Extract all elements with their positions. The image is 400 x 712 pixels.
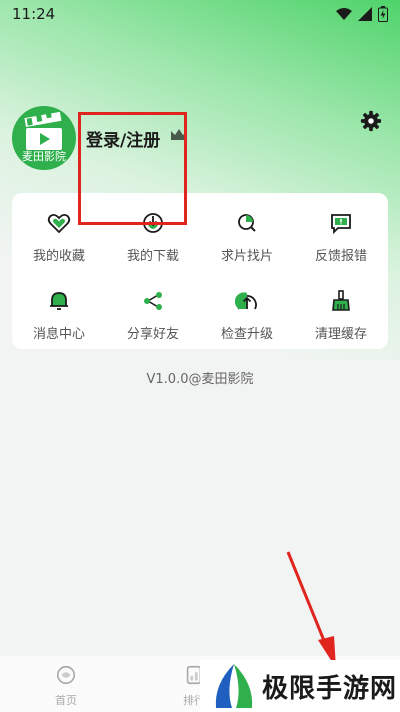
- bell-icon: [50, 292, 68, 310]
- avatar[interactable]: 麦田影院: [12, 106, 76, 170]
- status-time: 11:24: [12, 5, 56, 23]
- menu-item-clear-cache[interactable]: 清理缓存: [294, 289, 388, 349]
- signal-icon: [358, 7, 372, 21]
- wifi-icon: [336, 7, 352, 20]
- version-text: V1.0.0@麦田影院: [146, 372, 254, 387]
- menu-item-request-film[interactable]: 求片找片: [200, 211, 294, 271]
- search-film-icon: [238, 214, 256, 232]
- menu-item-label: 检查升级: [220, 327, 273, 342]
- watermark-logo-icon: [215, 664, 253, 708]
- menu-item-label: 消息中心: [32, 327, 85, 342]
- share-icon: [144, 292, 162, 310]
- status-icons: [336, 6, 388, 22]
- menu-item-check-upgrade[interactable]: 检查升级: [200, 289, 294, 349]
- menu-item-messages[interactable]: 消息中心: [12, 289, 106, 349]
- menu-card: 我的收藏 我的下载 求片找片 反馈报错 消息中心 分享好友 检查升级 清理缓存: [12, 193, 388, 349]
- menu-item-label: 我的下载: [126, 249, 179, 264]
- heart-icon: [47, 213, 71, 234]
- home-icon: [56, 665, 76, 685]
- gear-icon[interactable]: [360, 110, 382, 132]
- battery-charging-icon: [378, 6, 388, 22]
- broom-icon: [332, 290, 350, 311]
- feedback-icon: [331, 214, 351, 235]
- menu-item-label: 求片找片: [220, 249, 273, 264]
- menu-item-share[interactable]: 分享好友: [106, 289, 200, 349]
- menu-item-label: 分享好友: [126, 327, 179, 342]
- nav-item-label: 首页: [55, 694, 77, 707]
- watermark-text: 极限手游网: [262, 673, 398, 704]
- highlight-annotation-box: [78, 112, 187, 225]
- menu-item-label: 清理缓存: [314, 327, 367, 342]
- nav-item-home[interactable]: 首页: [36, 664, 96, 708]
- menu-item-feedback[interactable]: 反馈报错: [294, 211, 388, 271]
- upgrade-icon: [235, 292, 257, 310]
- avatar-label: 麦田影院: [22, 150, 66, 163]
- status-bar: 11:24: [0, 0, 400, 28]
- menu-item-label: 反馈报错: [314, 249, 367, 264]
- watermark: 极限手游网: [200, 660, 400, 712]
- menu-item-label: 我的收藏: [32, 249, 85, 264]
